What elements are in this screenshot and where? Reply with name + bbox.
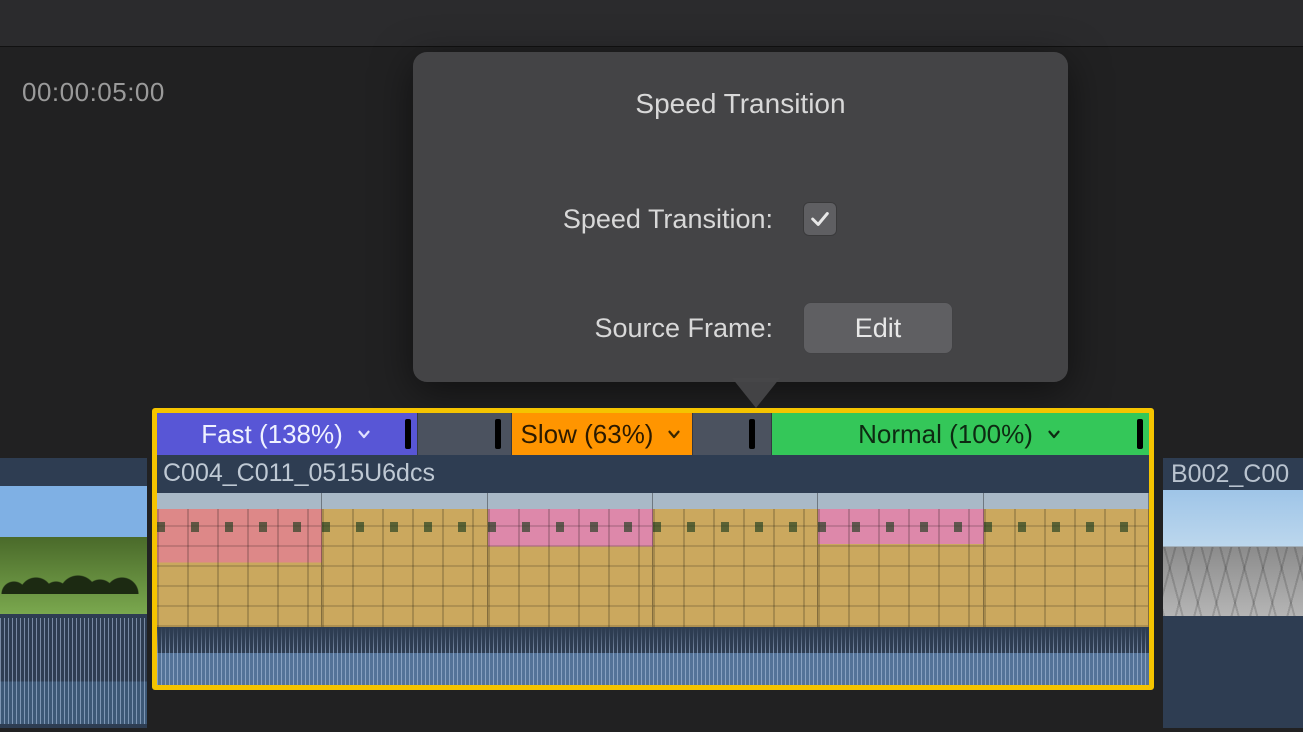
speed-segment-slow-label: Slow (63%) [521, 419, 654, 450]
clip-selected[interactable]: Fast (138%) Slow (63%) Normal (100%) [152, 408, 1154, 690]
speed-transition-label: Speed Transition: [413, 204, 803, 235]
speed-segment-slow[interactable]: Slow (63%) [512, 413, 692, 455]
clip-next-thumbnails [1163, 490, 1303, 616]
window-toolbar-strip [0, 0, 1303, 46]
clip-thumb [322, 493, 487, 627]
source-frame-row: Source Frame: Edit [413, 302, 1068, 354]
speed-transition-popover: Speed Transition Speed Transition: Sourc… [413, 52, 1068, 382]
chevron-down-icon[interactable] [1045, 425, 1063, 443]
popover-title: Speed Transition [413, 52, 1068, 120]
clip-thumb [818, 493, 983, 627]
source-frame-label: Source Frame: [413, 313, 803, 344]
clip-prev-waveform [0, 618, 147, 724]
speed-segment-normal-handle[interactable] [1137, 419, 1143, 449]
speed-transition-2[interactable] [692, 413, 772, 455]
timecode-label: 00:00:05:00 [22, 77, 165, 108]
clip-next-name: B002_C00 [1171, 460, 1289, 489]
chevron-down-icon[interactable] [665, 425, 683, 443]
retime-editor-bar: Fast (138%) Slow (63%) Normal (100%) [157, 413, 1149, 455]
speed-segment-fast-label: Fast (138%) [201, 419, 343, 450]
speed-transition-2-handle[interactable] [749, 419, 755, 449]
clip-next[interactable]: B002_C00 [1163, 458, 1303, 728]
speed-segment-fast-handle[interactable] [405, 419, 411, 449]
clip-main-waveform [157, 627, 1149, 685]
popover-arrow [732, 378, 780, 408]
clip-prev-thumbnails [0, 486, 147, 614]
speed-transition-1[interactable] [417, 413, 512, 455]
check-icon [809, 208, 831, 230]
speed-transition-row: Speed Transition: [413, 202, 1068, 236]
clip-thumb [488, 493, 653, 627]
clip-thumbnails [157, 493, 1149, 627]
speed-segment-normal[interactable]: Normal (100%) [772, 413, 1149, 455]
clip-thumb [984, 493, 1149, 627]
chevron-down-icon[interactable] [355, 425, 373, 443]
clip-previous[interactable] [0, 458, 147, 728]
speed-segment-normal-label: Normal (100%) [858, 419, 1033, 450]
clip-thumb [653, 493, 818, 627]
speed-segment-fast[interactable]: Fast (138%) [157, 413, 417, 455]
clip-main-name: C004_C011_0515U6dcs [163, 459, 435, 488]
source-frame-edit-button[interactable]: Edit [803, 302, 953, 354]
clip-thumb [157, 493, 322, 627]
timeline-track-area[interactable]: Fast (138%) Slow (63%) Normal (100%) [0, 408, 1303, 688]
speed-transition-checkbox[interactable] [803, 202, 837, 236]
speed-transition-1-handle[interactable] [495, 419, 501, 449]
